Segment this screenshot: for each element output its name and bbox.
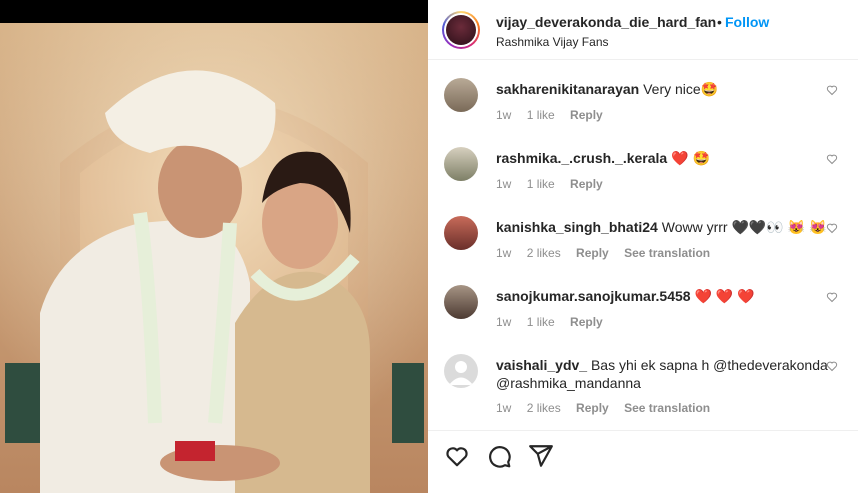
default-avatar-icon <box>449 361 473 385</box>
post-header: vijay_deverakonda_die_hard_fan • Follow … <box>428 0 858 60</box>
reply-button[interactable]: Reply <box>576 246 609 260</box>
comment-username[interactable]: vaishali_ydv_ <box>496 357 587 373</box>
comment-likes[interactable]: 2 likes <box>527 246 561 260</box>
comment-meta: 1w 2 likes Reply See translation <box>496 246 722 260</box>
comment-meta: 1w 2 likes Reply See translation <box>496 401 722 415</box>
comment-text: rashmika._.crush._.kerala ❤️ 🤩 <box>496 149 841 167</box>
comment-meta: 1w 1 like Reply <box>496 108 615 122</box>
avatar[interactable] <box>444 147 478 181</box>
comment-item: rashmika._.crush._.kerala ❤️ 🤩 1w 1 like… <box>428 141 858 207</box>
like-comment-heart-icon[interactable] <box>826 360 838 372</box>
comment-time[interactable]: 1w <box>496 401 511 415</box>
comment-icon[interactable] <box>486 443 512 469</box>
comment-text: kanishka_singh_bhati24 Woww yrrr 🖤🖤👀 😻 😻 <box>496 218 841 236</box>
see-translation-link[interactable]: See translation <box>624 401 710 415</box>
post-details-pane: vijay_deverakonda_die_hard_fan • Follow … <box>428 0 858 493</box>
avatar[interactable] <box>444 285 478 319</box>
share-icon[interactable] <box>528 443 554 469</box>
reply-button[interactable]: Reply <box>570 315 603 329</box>
like-comment-heart-icon[interactable] <box>826 291 838 303</box>
comment-item: sanojkumar.sanojkumar.5458 ❤️ ❤️ ❤️ 1w 1… <box>428 279 858 345</box>
comment-time[interactable]: 1w <box>496 177 511 191</box>
comment-text: vaishali_ydv_ Bas yhi ek sapna h @thedev… <box>496 356 841 392</box>
avatar[interactable] <box>444 216 478 250</box>
comment-body: Woww yrrr 🖤🖤👀 😻 😻 <box>661 219 827 235</box>
comment-username[interactable]: kanishka_singh_bhati24 <box>496 219 658 235</box>
comment-username[interactable]: sanojkumar.sanojkumar.5458 <box>496 288 691 304</box>
author-subtitle[interactable]: Rashmika Vijay Fans <box>496 35 609 49</box>
avatar[interactable] <box>444 354 478 388</box>
post-actions-bar <box>428 430 858 493</box>
comment-likes[interactable]: 1 like <box>527 108 555 122</box>
reply-button[interactable]: Reply <box>576 401 609 415</box>
reply-button[interactable]: Reply <box>570 177 603 191</box>
comment-text: sakharenikitanarayan Very nice🤩 <box>496 80 841 98</box>
comment-likes[interactable]: 2 likes <box>527 401 561 415</box>
separator-dot: • <box>717 14 722 30</box>
comment-username[interactable]: rashmika._.crush._.kerala <box>496 150 667 166</box>
comment-item: sakharenikitanarayan Very nice🤩 1w 1 lik… <box>428 72 858 138</box>
comment-time[interactable]: 1w <box>496 246 511 260</box>
comment-meta: 1w 1 like Reply <box>496 177 615 191</box>
comment-likes[interactable]: 1 like <box>527 315 555 329</box>
comment-username[interactable]: sakharenikitanarayan <box>496 81 639 97</box>
comment-time[interactable]: 1w <box>496 108 511 122</box>
like-comment-heart-icon[interactable] <box>826 153 838 165</box>
comments-list[interactable]: sakharenikitanarayan Very nice🤩 1w 1 lik… <box>428 60 858 425</box>
post-image-pane <box>0 0 428 493</box>
comment-likes[interactable]: 1 like <box>527 177 555 191</box>
comment-body: Very nice🤩 <box>643 81 719 97</box>
comment-body: ❤️ ❤️ ❤️ <box>694 288 755 304</box>
author-username[interactable]: vijay_deverakonda_die_hard_fan <box>496 14 716 30</box>
comment-item: vaishali_ydv_ Bas yhi ek sapna h @thedev… <box>428 348 858 425</box>
follow-button[interactable]: Follow <box>725 14 769 30</box>
comment-meta: 1w 1 like Reply <box>496 315 615 329</box>
see-translation-link[interactable]: See translation <box>624 246 710 260</box>
like-comment-heart-icon[interactable] <box>826 222 838 234</box>
author-avatar[interactable] <box>442 11 480 49</box>
avatar[interactable] <box>444 78 478 112</box>
like-comment-heart-icon[interactable] <box>826 84 838 96</box>
comment-body: ❤️ 🤩 <box>671 150 710 166</box>
post-photo <box>0 23 428 493</box>
comment-time[interactable]: 1w <box>496 315 511 329</box>
comment-text: sanojkumar.sanojkumar.5458 ❤️ ❤️ ❤️ <box>496 287 841 305</box>
reply-button[interactable]: Reply <box>570 108 603 122</box>
heart-icon[interactable] <box>444 443 470 469</box>
comment-item: kanishka_singh_bhati24 Woww yrrr 🖤🖤👀 😻 😻… <box>428 210 858 276</box>
